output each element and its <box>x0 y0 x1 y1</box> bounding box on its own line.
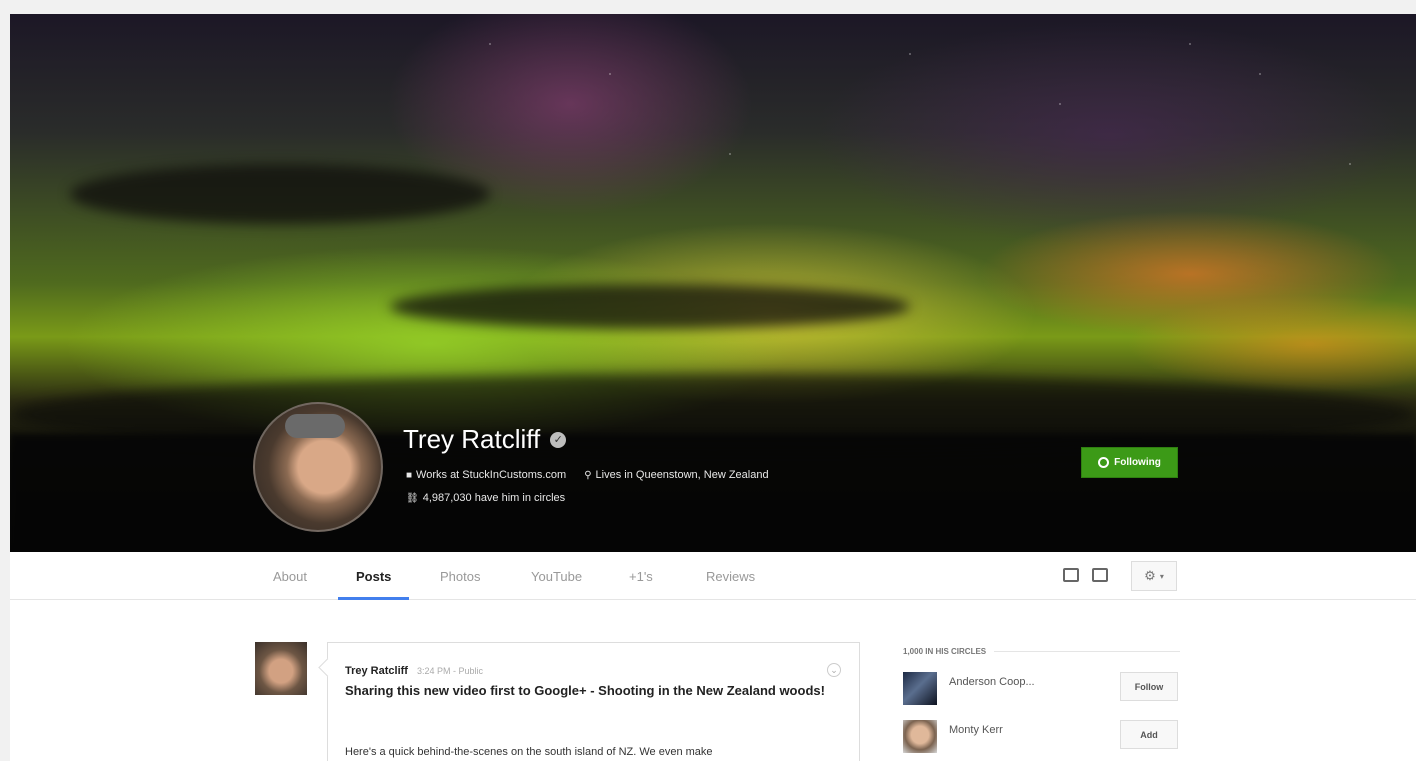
tab-label: Posts <box>356 568 392 584</box>
circles-meta-row: ⛓ 4,987,030 have him in circles <box>406 492 565 504</box>
person-avatar[interactable] <box>903 672 937 705</box>
tab-label: YouTube <box>531 568 583 584</box>
link-icon: ⛓ <box>406 493 419 504</box>
post-card: Trey Ratcliff 3:24 PM - Public ⌄ Sharing… <box>327 642 860 761</box>
post-time[interactable]: 3:24 PM - Public <box>417 666 483 676</box>
profile-avatar[interactable] <box>253 402 383 532</box>
tab-label: Reviews <box>706 568 756 584</box>
lives-in: ⚲ Lives in Queenstown, New Zealand <box>584 469 768 481</box>
tab-photos[interactable]: Photos <box>440 552 480 600</box>
circle-icon <box>1098 457 1110 468</box>
person-name[interactable]: Monty Kerr <box>949 724 1003 736</box>
profile-name-row: Trey Ratcliff ✓ <box>403 424 567 455</box>
tab-label: Photos <box>440 568 481 584</box>
post-header: Trey Ratcliff 3:24 PM - Public <box>345 665 483 677</box>
chevron-down-icon: ▾ <box>1159 571 1164 581</box>
cloud-shape <box>70 164 490 224</box>
tab-reviews[interactable]: Reviews <box>706 552 755 600</box>
lives-in-text: Lives in Queenstown, New Zealand <box>595 469 769 481</box>
avatar-hat-shape <box>285 414 345 438</box>
tab-plus-ones[interactable]: +1's <box>629 552 653 600</box>
suggested-person: Monty Kerr Add <box>903 720 1180 754</box>
post-body: Here's a quick behind-the-scenes on the … <box>345 746 713 758</box>
profile-meta-row: ■ Works at StuckInCustoms.com ⚲ Lives in Q… <box>406 469 769 481</box>
location-pin-icon: ⚲ <box>584 470 592 481</box>
following-button[interactable]: Following <box>1081 447 1178 478</box>
post-title: Sharing this new video first to Google+ … <box>345 683 825 698</box>
suggested-person: Anderson Coop... Follow <box>903 672 1180 706</box>
tab-label: +1's <box>629 568 653 584</box>
mail-icon[interactable] <box>1063 568 1079 582</box>
tab-label: About <box>273 568 307 584</box>
profile-tabs: About Posts Photos YouTube +1's Reviews … <box>10 552 1416 600</box>
chat-icon[interactable] <box>1092 568 1108 582</box>
following-label: Following <box>1114 457 1161 468</box>
post-options-icon[interactable]: ⌄ <box>827 663 841 677</box>
circles-count-text: 4,987,030 have him in circles <box>422 492 566 504</box>
tab-youtube[interactable]: YouTube <box>531 552 582 600</box>
circles-heading: 1,000 IN HIS CIRCLES <box>903 647 1180 656</box>
post-author[interactable]: Trey Ratcliff <box>345 665 408 677</box>
settings-menu-button[interactable]: ⚙ ▾ <box>1131 561 1177 591</box>
circles-heading-text: 1,000 IN HIS CIRCLES <box>903 647 987 656</box>
person-avatar[interactable] <box>903 720 937 753</box>
tab-posts[interactable]: Posts <box>337 552 411 600</box>
profile-page: Trey Ratcliff ✓ ■ Works at StuckInCustoms… <box>10 14 1416 761</box>
works-at: ■ Works at StuckInCustoms.com <box>406 469 566 481</box>
post-author-avatar[interactable] <box>255 642 307 695</box>
add-button[interactable]: Add <box>1120 720 1178 749</box>
cloud-shape <box>390 284 910 329</box>
cover-photo: Trey Ratcliff ✓ ■ Works at StuckInCustoms… <box>10 14 1416 552</box>
tab-about[interactable]: About <box>273 552 307 600</box>
gear-icon: ⚙ <box>1144 568 1156 583</box>
circles-count: ⛓ 4,987,030 have him in circles <box>406 492 565 504</box>
profile-name: Trey Ratcliff <box>403 424 541 454</box>
briefcase-icon: ■ <box>406 470 413 481</box>
works-at-text[interactable]: Works at StuckInCustoms.com <box>416 469 566 481</box>
person-name[interactable]: Anderson Coop... <box>949 676 1035 688</box>
ground-shape <box>10 434 1416 552</box>
follow-button[interactable]: Follow <box>1120 672 1178 701</box>
verified-icon: ✓ <box>550 431 567 448</box>
